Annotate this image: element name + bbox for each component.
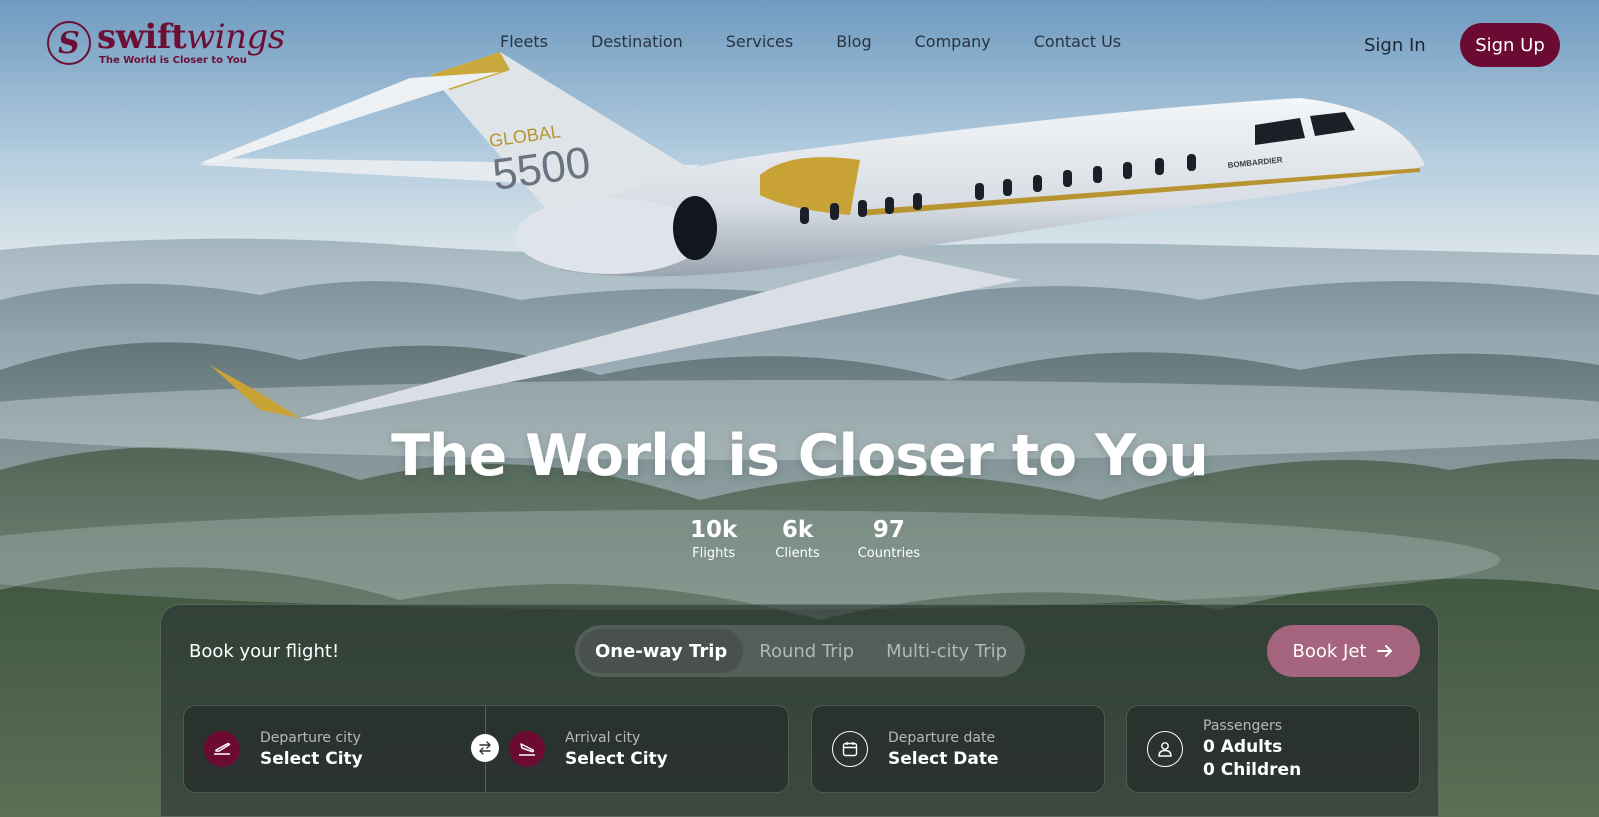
nav-item-services[interactable]: Services: [726, 32, 793, 51]
departure-city-value: Select City: [260, 748, 363, 769]
logo-mark-icon: S: [47, 21, 91, 65]
sign-in-link[interactable]: Sign In: [1364, 35, 1426, 56]
hero-headline: The World is Closer to You: [391, 423, 1209, 489]
departure-date-value: Select Date: [888, 748, 999, 769]
stat-label: Clients: [775, 546, 820, 561]
booking-title: Book your flight!: [189, 641, 340, 662]
book-jet-button[interactable]: Book Jet: [1267, 625, 1420, 677]
tab-round-trip[interactable]: Round Trip: [743, 629, 870, 673]
stat-value: 10k: [690, 517, 738, 543]
arrival-city-label: Arrival city: [565, 729, 641, 746]
landing-icon: [509, 731, 545, 767]
departure-city-field[interactable]: Departure city Select City: [204, 706, 363, 792]
calendar-icon: [832, 731, 868, 767]
departure-date-label: Departure date: [888, 729, 996, 746]
booking-panel: Book your flight! One-way Trip Round Tri…: [160, 604, 1439, 817]
nav-item-blog[interactable]: Blog: [836, 32, 871, 51]
departure-date-content: Departure date Select Date: [832, 706, 999, 792]
brand-name: swiftwings: [97, 20, 285, 54]
brand-name-part1: swift: [97, 17, 187, 57]
main-nav: Fleets Destination Services Blog Company…: [500, 32, 1164, 51]
departure-date-field[interactable]: Departure date Select Date: [811, 705, 1105, 793]
brand-logo[interactable]: S swiftwings The World is Closer to You: [47, 20, 285, 66]
nav-item-destination[interactable]: Destination: [591, 32, 683, 51]
swap-arrows-icon: [479, 741, 491, 755]
stat-label: Flights: [692, 546, 736, 561]
nav-item-company[interactable]: Company: [915, 32, 991, 51]
passengers-content: Passengers 0 Adults 0 Children: [1147, 706, 1301, 792]
stat-value: 97: [872, 517, 905, 543]
departure-city-label: Departure city: [260, 729, 361, 746]
sign-up-button[interactable]: Sign Up: [1460, 23, 1560, 67]
brand-name-part2: wings: [186, 17, 285, 57]
tab-one-way-trip[interactable]: One-way Trip: [579, 629, 744, 673]
stat-countries: 97 Countries: [858, 517, 920, 561]
tab-multi-city-trip[interactable]: Multi-city Trip: [870, 629, 1023, 673]
brand-tagline: The World is Closer to You: [99, 55, 247, 66]
passengers-children: 0 Children: [1203, 760, 1302, 780]
passengers-field[interactable]: Passengers 0 Adults 0 Children: [1126, 705, 1420, 793]
passengers-adults: 0 Adults: [1203, 737, 1283, 757]
arrow-right-icon: [1377, 645, 1393, 657]
nav-item-contact-us[interactable]: Contact Us: [1034, 32, 1121, 51]
stat-value: 6k: [781, 517, 814, 543]
stat-clients: 6k Clients: [775, 517, 819, 561]
stat-flights: 10k Flights: [690, 517, 737, 561]
trip-type-tabs: One-way Trip Round Trip Multi-city Trip: [575, 625, 1025, 677]
stats-row: 10k Flights 6k Clients 97 Countries: [690, 517, 920, 561]
stat-label: Countries: [857, 546, 921, 561]
passengers-label: Passengers: [1203, 718, 1283, 734]
arrival-city-value: Select City: [565, 748, 668, 769]
user-icon: [1147, 731, 1183, 767]
nav-item-fleets[interactable]: Fleets: [500, 32, 548, 51]
takeoff-icon: [204, 731, 240, 767]
arrival-city-field[interactable]: Arrival city Select City: [509, 706, 668, 792]
swap-cities-button[interactable]: [471, 734, 499, 762]
route-fields: Departure city Select City Arrival city …: [183, 705, 789, 793]
logo-text: swiftwings The World is Closer to You: [97, 20, 285, 66]
book-jet-label: Book Jet: [1292, 640, 1367, 662]
